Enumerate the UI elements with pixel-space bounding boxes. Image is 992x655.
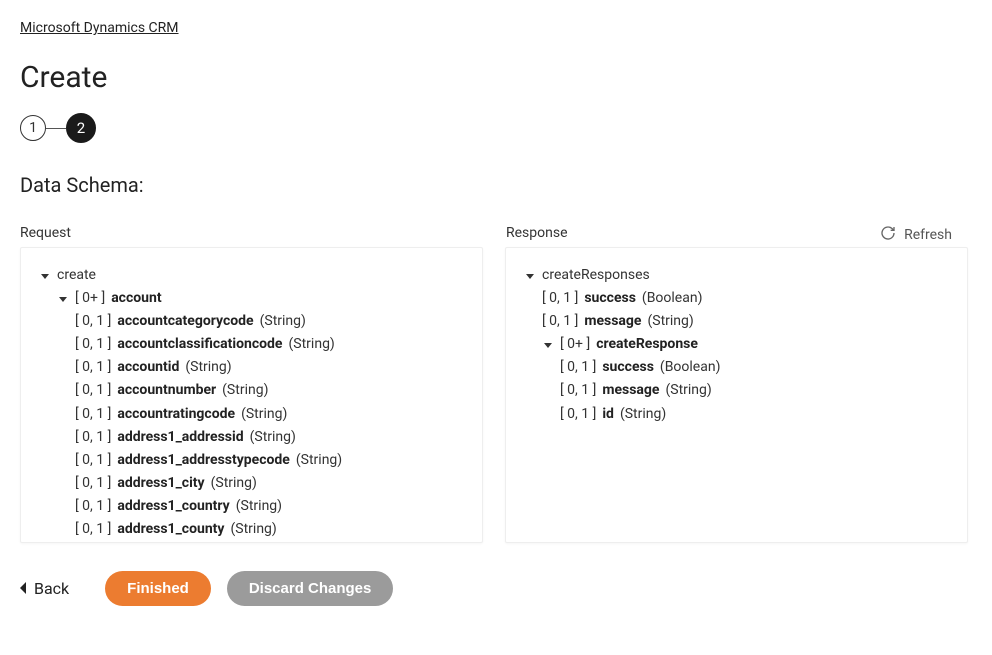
- field-type: (String): [260, 310, 306, 333]
- tree-field[interactable]: [ 0, 1 ] message (String): [524, 310, 949, 333]
- request-panel: create [ 0+ ] account [ 0, 1 ] accountca…: [20, 247, 483, 543]
- cardinality: [ 0, 1 ]: [542, 310, 578, 333]
- field-type: (String): [185, 356, 231, 379]
- breadcrumb-link[interactable]: Microsoft Dynamics CRM: [20, 20, 179, 36]
- refresh-label: Refresh: [904, 227, 952, 243]
- chevron-down-icon: [57, 294, 69, 304]
- tree-field[interactable]: [ 0, 1 ] address1_country (String): [39, 495, 464, 518]
- tree-field[interactable]: [ 0, 1 ] success (Boolean): [524, 356, 949, 379]
- step-separator: [46, 128, 66, 129]
- field-name: success: [602, 356, 654, 379]
- response-panel: createResponses [ 0, 1 ] success (Boolea…: [505, 247, 968, 543]
- field-name: address1_addresstypecode: [117, 449, 290, 472]
- field-type: (Boolean): [642, 287, 703, 310]
- chevron-down-icon: [524, 271, 536, 281]
- tree-field[interactable]: [ 0, 1 ] address1_city (String): [39, 472, 464, 495]
- cardinality: [ 0, 1 ]: [75, 403, 111, 426]
- step-1[interactable]: 1: [20, 115, 46, 141]
- tree-label: createResponses: [542, 264, 650, 287]
- tree-node-createresponse[interactable]: [ 0+ ] createResponse: [524, 333, 949, 356]
- tree-field[interactable]: [ 0, 1 ] accountnumber (String): [39, 379, 464, 402]
- field-name: id: [602, 403, 614, 426]
- field-type: (Boolean): [660, 356, 721, 379]
- field-name: address1_country: [117, 495, 229, 518]
- cardinality: [ 0, 1 ]: [75, 310, 111, 333]
- tree-node-account[interactable]: [ 0+ ] account: [39, 287, 464, 310]
- step-2[interactable]: 2: [66, 113, 96, 143]
- tree-label: account: [111, 287, 161, 310]
- cardinality: [ 0+ ]: [560, 333, 590, 356]
- cardinality: [ 0+ ]: [75, 287, 105, 310]
- field-type: (String): [222, 379, 268, 402]
- chevron-left-icon: [20, 579, 28, 598]
- tree-field[interactable]: [ 0, 1 ] address1_addressid (String): [39, 426, 464, 449]
- field-type: (String): [289, 333, 335, 356]
- field-type: (String): [241, 403, 287, 426]
- tree-field[interactable]: [ 0, 1 ] accountclassificationcode (Stri…: [39, 333, 464, 356]
- discard-changes-button[interactable]: Discard Changes: [227, 571, 394, 606]
- tree-field[interactable]: [ 0, 1 ] accountid (String): [39, 356, 464, 379]
- field-type: (String): [236, 495, 282, 518]
- step-indicator: 1 2: [20, 113, 972, 143]
- tree-node-root[interactable]: create: [39, 264, 464, 287]
- tree-field[interactable]: [ 0, 1 ] address1_addresstypecode (Strin…: [39, 449, 464, 472]
- cardinality: [ 0, 1 ]: [75, 356, 111, 379]
- cardinality: [ 0, 1 ]: [75, 426, 111, 449]
- field-type: (String): [296, 449, 342, 472]
- cardinality: [ 0, 1 ]: [560, 403, 596, 426]
- finished-button[interactable]: Finished: [105, 571, 211, 606]
- field-type: (String): [620, 403, 666, 426]
- tree-field[interactable]: [ 0, 1 ] success (Boolean): [524, 287, 949, 310]
- tree-field[interactable]: [ 0, 1 ] id (String): [524, 403, 949, 426]
- section-title: Data Schema:: [20, 173, 972, 197]
- tree-label: createResponse: [596, 333, 698, 356]
- field-name: message: [602, 379, 659, 402]
- tree-field[interactable]: [ 0, 1 ] address1_county (String): [39, 518, 464, 541]
- field-type: (String): [647, 310, 693, 333]
- back-button[interactable]: Back: [20, 579, 69, 598]
- request-column-label: Request: [20, 225, 484, 241]
- field-name: accountcategorycode: [117, 310, 253, 333]
- refresh-icon: [880, 225, 896, 245]
- cardinality: [ 0, 1 ]: [542, 287, 578, 310]
- tree-field[interactable]: [ 0, 1 ] accountcategorycode (String): [39, 310, 464, 333]
- cardinality: [ 0, 1 ]: [75, 379, 111, 402]
- chevron-down-icon: [39, 271, 51, 281]
- field-name: accountratingcode: [117, 403, 235, 426]
- cardinality: [ 0, 1 ]: [75, 333, 111, 356]
- tree-field[interactable]: [ 0, 1 ] message (String): [524, 379, 949, 402]
- field-type: (String): [250, 426, 296, 449]
- back-label: Back: [34, 579, 69, 598]
- field-type: (String): [230, 518, 276, 541]
- field-type: (String): [211, 472, 257, 495]
- tree-node-root[interactable]: createResponses: [524, 264, 949, 287]
- cardinality: [ 0, 1 ]: [75, 495, 111, 518]
- chevron-down-icon: [542, 340, 554, 350]
- cardinality: [ 0, 1 ]: [560, 356, 596, 379]
- field-name: accountid: [117, 356, 179, 379]
- cardinality: [ 0, 1 ]: [560, 379, 596, 402]
- tree-field[interactable]: [ 0, 1 ] accountratingcode (String): [39, 403, 464, 426]
- cardinality: [ 0, 1 ]: [75, 449, 111, 472]
- field-name: accountclassificationcode: [117, 333, 282, 356]
- field-name: address1_city: [117, 472, 204, 495]
- field-name: accountnumber: [117, 379, 216, 402]
- cardinality: [ 0, 1 ]: [75, 472, 111, 495]
- page-title: Create: [20, 60, 972, 95]
- refresh-button[interactable]: Refresh: [880, 225, 952, 245]
- cardinality: [ 0, 1 ]: [75, 518, 111, 541]
- field-name: address1_county: [117, 518, 224, 541]
- field-name: success: [584, 287, 636, 310]
- field-name: message: [584, 310, 641, 333]
- field-name: address1_addressid: [117, 426, 243, 449]
- field-type: (String): [665, 379, 711, 402]
- tree-label: create: [57, 264, 96, 287]
